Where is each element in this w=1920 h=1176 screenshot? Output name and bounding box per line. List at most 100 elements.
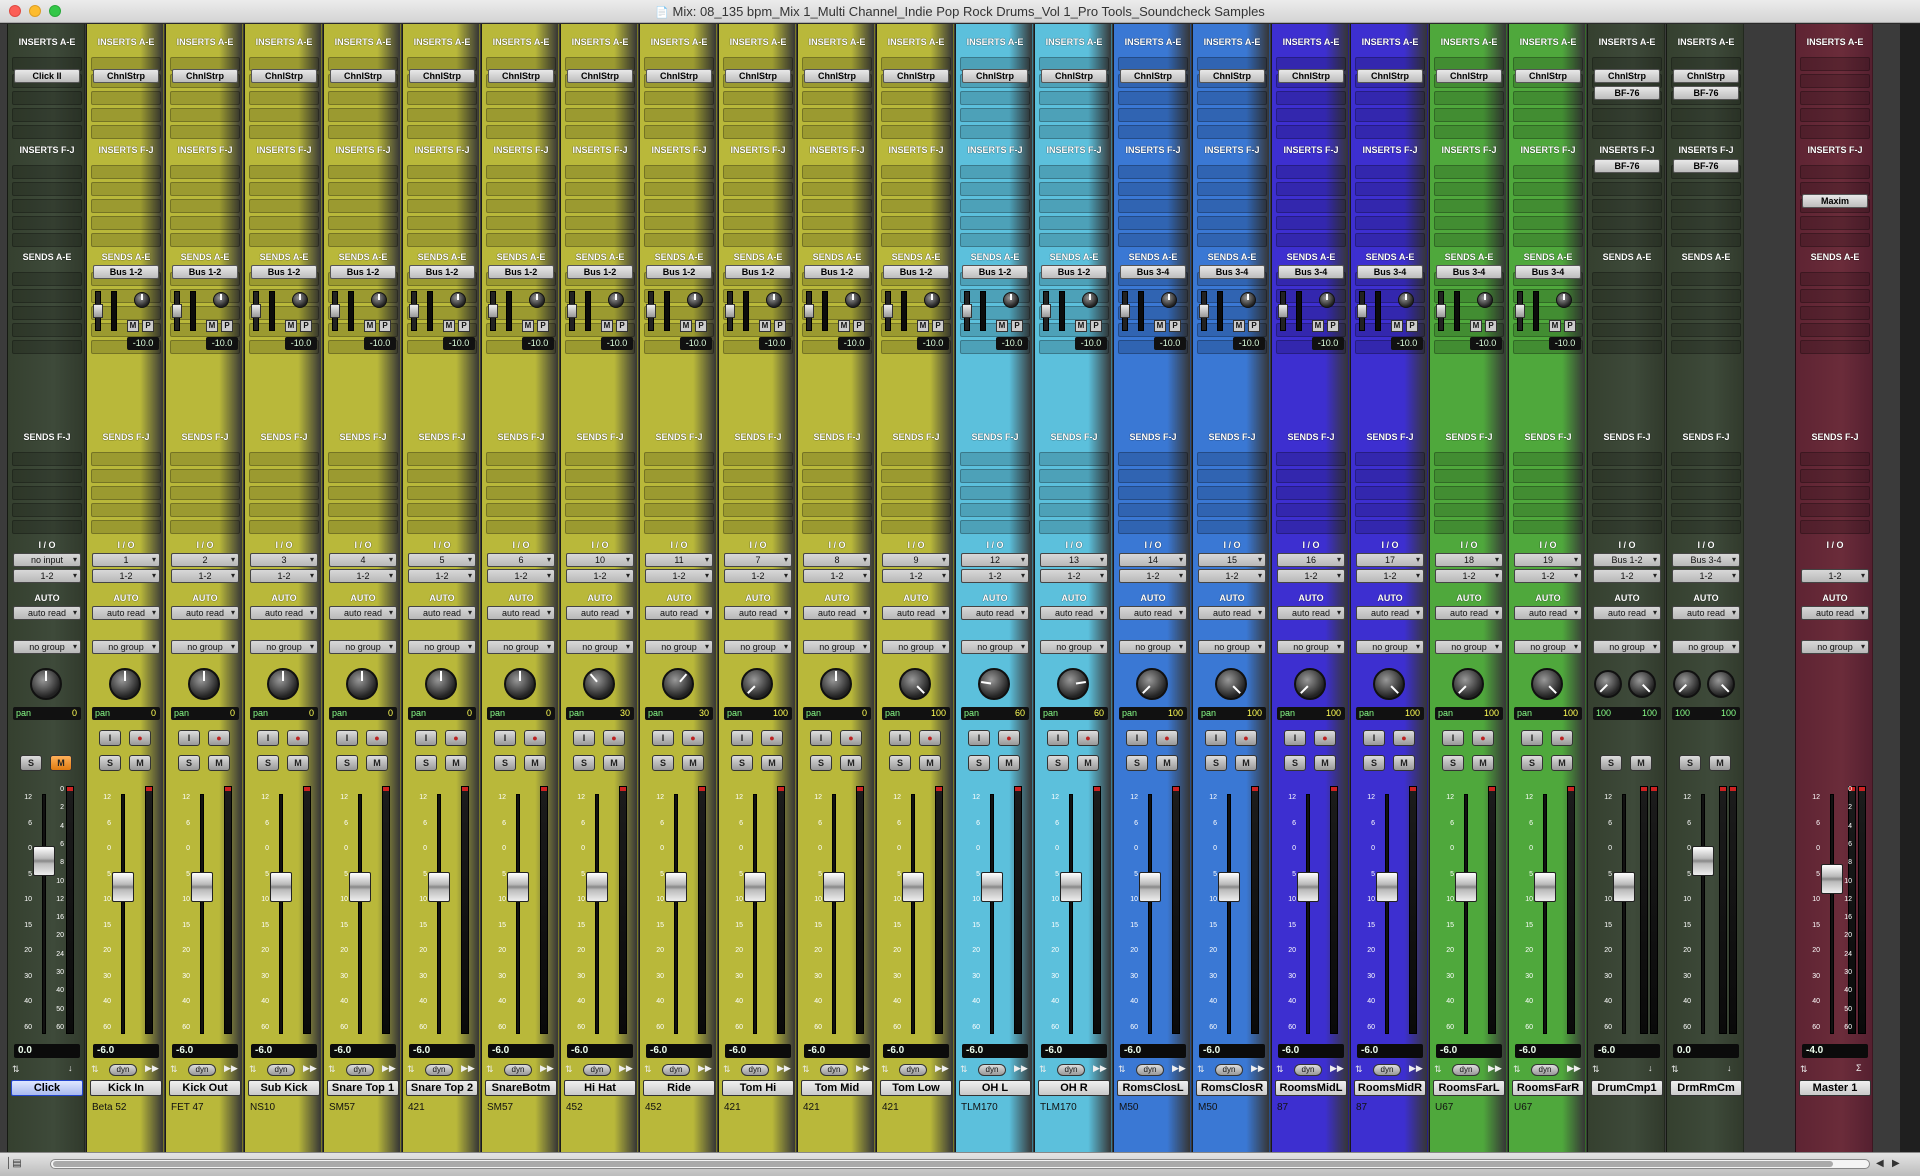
empty-slot[interactable] — [802, 125, 872, 139]
empty-slot[interactable] — [249, 165, 319, 179]
empty-slot[interactable] — [12, 469, 82, 483]
empty-slot[interactable] — [960, 520, 1030, 534]
record-arm-button[interactable]: I — [178, 730, 200, 746]
automation-mode-selector[interactable]: auto read — [1514, 606, 1582, 620]
empty-slot[interactable] — [881, 233, 951, 247]
track-options-icon[interactable]: ▶▶ — [698, 1063, 712, 1075]
plugin-insert[interactable]: ChnlStrp — [251, 69, 317, 83]
send-pan-knob[interactable] — [371, 292, 387, 308]
volume-fader[interactable] — [112, 872, 134, 902]
empty-slot[interactable] — [1039, 469, 1109, 483]
empty-slot[interactable] — [486, 520, 556, 534]
empty-slot[interactable] — [1513, 503, 1583, 517]
mute-button[interactable]: M — [445, 755, 467, 771]
pan-knob-right[interactable] — [1628, 670, 1656, 698]
send-pre-button[interactable]: P — [932, 320, 944, 332]
output-selector[interactable]: 1-2 — [882, 569, 950, 583]
empty-slot[interactable] — [91, 182, 161, 196]
fader-track[interactable] — [42, 794, 46, 1034]
record-arm-button[interactable]: I — [257, 730, 279, 746]
send-mute-button[interactable]: M — [917, 320, 929, 332]
empty-slot[interactable] — [1513, 108, 1583, 122]
send-assignment[interactable]: Bus 1-2 — [1041, 265, 1107, 279]
empty-slot[interactable] — [486, 108, 556, 122]
empty-slot[interactable] — [1355, 469, 1425, 483]
dyn-plugin-button[interactable]: dyn — [1294, 1064, 1322, 1076]
track-comment[interactable]: 452 — [643, 1102, 715, 1113]
insert-slots-fj[interactable] — [723, 162, 793, 250]
mute-button[interactable]: M — [366, 755, 388, 771]
empty-slot[interactable] — [249, 233, 319, 247]
empty-slot[interactable] — [1434, 520, 1504, 534]
insert-slots-ae[interactable] — [170, 54, 240, 142]
mute-button[interactable]: M — [1472, 755, 1494, 771]
track-name[interactable]: DrmRmCm — [1670, 1080, 1742, 1096]
solo-button[interactable]: S — [731, 755, 753, 771]
input-monitor-button[interactable]: ● — [682, 730, 704, 746]
volume-display[interactable]: -6.0 — [1357, 1044, 1423, 1058]
send-fader-cap[interactable] — [409, 304, 419, 318]
scroll-right-arrow-icon[interactable]: ▶ — [1892, 1158, 1900, 1169]
empty-slot[interactable] — [1592, 340, 1662, 354]
empty-slot[interactable] — [1592, 272, 1662, 286]
empty-slot[interactable] — [1671, 306, 1741, 320]
output-selector[interactable]: 1-2 — [487, 569, 555, 583]
empty-slot[interactable] — [723, 289, 793, 303]
send-fader-cap[interactable] — [1436, 304, 1446, 318]
send-slots-fj[interactable] — [1671, 449, 1741, 537]
automation-mode-selector[interactable]: auto read — [1435, 606, 1503, 620]
send-slots-fj[interactable] — [12, 449, 82, 537]
volume-display[interactable]: -6.0 — [330, 1044, 396, 1058]
empty-slot[interactable] — [1800, 216, 1870, 230]
volume-display[interactable]: -6.0 — [567, 1044, 633, 1058]
automation-mode-selector[interactable]: auto read — [408, 606, 476, 620]
empty-slot[interactable] — [802, 452, 872, 466]
empty-slot[interactable] — [1276, 216, 1346, 230]
input-selector[interactable]: 7 — [724, 553, 792, 567]
automation-mode-selector[interactable]: auto read — [250, 606, 318, 620]
send-mute-button[interactable]: M — [206, 320, 218, 332]
empty-slot[interactable] — [1800, 503, 1870, 517]
empty-slot[interactable] — [249, 91, 319, 105]
solo-button[interactable]: S — [573, 755, 595, 771]
empty-slot[interactable] — [1800, 452, 1870, 466]
mute-button[interactable]: M — [287, 755, 309, 771]
fader-track[interactable] — [1306, 794, 1310, 1034]
empty-slot[interactable] — [1039, 486, 1109, 500]
mute-button[interactable]: M — [998, 755, 1020, 771]
fader-track[interactable] — [911, 794, 915, 1034]
empty-slot[interactable] — [1592, 233, 1662, 247]
empty-slot[interactable] — [91, 503, 161, 517]
group-selector[interactable]: no group — [724, 640, 792, 654]
output-selector[interactable]: 1-2 — [566, 569, 634, 583]
track-comment[interactable]: 421 — [801, 1102, 873, 1113]
track-options-icon[interactable]: ▶▶ — [224, 1063, 238, 1075]
empty-slot[interactable] — [1434, 452, 1504, 466]
send-pan-knob[interactable] — [529, 292, 545, 308]
vertical-scrollbar[interactable] — [1900, 24, 1920, 1152]
pan-knob-left[interactable] — [1673, 670, 1701, 698]
automation-mode-selector[interactable]: auto read — [1356, 606, 1424, 620]
send-slots-fj[interactable] — [1434, 449, 1504, 537]
send-pre-button[interactable]: P — [1248, 320, 1260, 332]
empty-slot[interactable] — [881, 486, 951, 500]
empty-slot[interactable] — [723, 452, 793, 466]
empty-slot[interactable] — [1434, 182, 1504, 196]
send-pan-knob[interactable] — [134, 292, 150, 308]
empty-slot[interactable] — [644, 289, 714, 303]
plugin-insert[interactable]: Click II — [14, 69, 80, 83]
empty-slot[interactable] — [407, 233, 477, 247]
empty-slot[interactable] — [802, 165, 872, 179]
plugin-insert[interactable]: BF-76 — [1594, 86, 1660, 100]
volume-display[interactable]: -6.0 — [883, 1044, 949, 1058]
empty-slot[interactable] — [565, 182, 635, 196]
send-pan-knob[interactable] — [687, 292, 703, 308]
track-options-icon[interactable]: ▶▶ — [619, 1063, 633, 1075]
empty-slot[interactable] — [1513, 199, 1583, 213]
track-comment[interactable]: M50 — [1117, 1102, 1189, 1113]
record-arm-button[interactable]: I — [1126, 730, 1148, 746]
empty-slot[interactable] — [565, 503, 635, 517]
insert-slots-ae[interactable] — [1513, 54, 1583, 142]
fader-track[interactable] — [595, 794, 599, 1034]
dyn-plugin-button[interactable]: dyn — [741, 1064, 769, 1076]
